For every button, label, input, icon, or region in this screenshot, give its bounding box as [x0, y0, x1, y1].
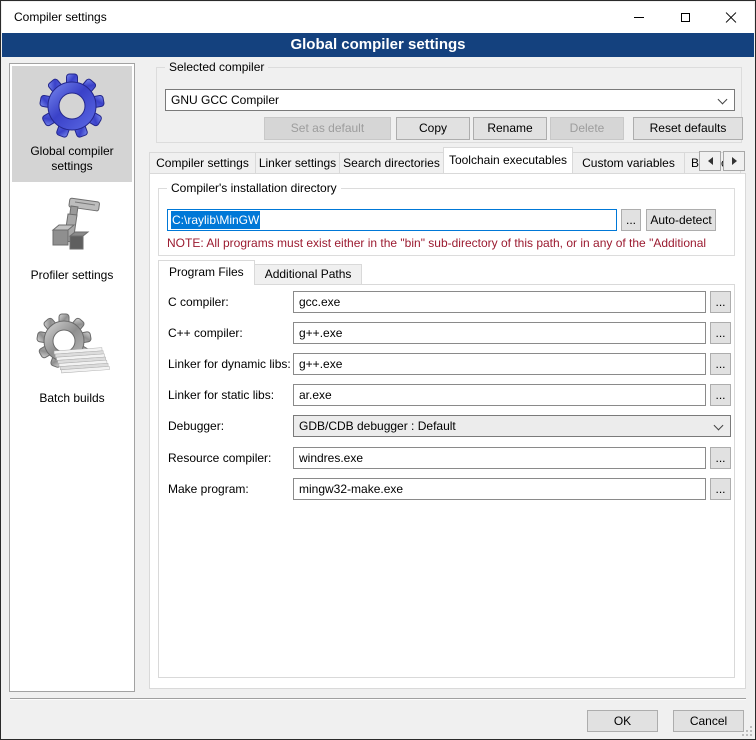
- tab-linker-settings[interactable]: Linker settings: [255, 152, 340, 173]
- linker-dynamic-input[interactable]: [293, 353, 706, 375]
- compiler-settings-dialog: Compiler settings Global compiler settin…: [0, 0, 756, 740]
- tab-scroll-right-button[interactable]: [723, 151, 745, 171]
- linker-static-input[interactable]: [293, 384, 706, 406]
- sidebar-item-batch-builds[interactable]: Batch builds: [12, 305, 132, 414]
- sidebar-item-label: Profiler settings: [31, 268, 114, 283]
- minimize-icon: [634, 17, 644, 18]
- tab-compiler-settings[interactable]: Compiler settings: [149, 152, 256, 173]
- field-label: Debugger:: [168, 415, 224, 437]
- sidebar-item-label: Batch builds: [39, 391, 104, 406]
- maximize-button[interactable]: [662, 2, 708, 33]
- field-label: Linker for static libs:: [168, 384, 274, 406]
- selected-compiler-group: Selected compiler GNU GCC Compiler Set a…: [156, 67, 742, 143]
- blue-gear-icon: [39, 72, 105, 140]
- resource-compiler-browse-button[interactable]: ...: [710, 447, 731, 469]
- close-icon: [725, 12, 737, 24]
- field-label: C compiler:: [168, 291, 229, 313]
- sidebar-item-label: Global compiler settings: [14, 144, 130, 174]
- program-files-tabs: Program Files Additional Paths: [158, 260, 558, 284]
- c-compiler-browse-button[interactable]: ...: [710, 291, 731, 313]
- chevron-down-icon: [718, 95, 728, 105]
- triangle-right-icon: [732, 157, 737, 165]
- tab-additional-paths[interactable]: Additional Paths: [254, 264, 363, 284]
- tab-scroll-left-button[interactable]: [699, 151, 721, 171]
- install-dir-selected-text: C:\raylib\MinGW: [171, 211, 260, 229]
- installation-directory-group: Compiler's installation directory C:\ray…: [158, 188, 735, 256]
- batch-builds-gear-icon: [34, 311, 110, 387]
- close-button[interactable]: [708, 2, 754, 33]
- field-label: C++ compiler:: [168, 322, 243, 344]
- cpp-compiler-browse-button[interactable]: ...: [710, 322, 731, 344]
- field-row-resource-compiler: Resource compiler: ...: [159, 447, 734, 469]
- toolchain-executables-page: Compiler's installation directory C:\ray…: [149, 173, 746, 689]
- install-dir-browse-button[interactable]: ...: [621, 209, 641, 231]
- paper-stack-icon: [54, 347, 109, 373]
- debugger-select[interactable]: GDB/CDB debugger : Default: [293, 415, 731, 437]
- linker-dynamic-browse-button[interactable]: ...: [710, 353, 731, 375]
- settings-category-list: Global compiler settings Profiler settin…: [9, 63, 135, 692]
- selected-compiler-combobox[interactable]: GNU GCC Compiler: [165, 89, 735, 111]
- triangle-left-icon: [708, 157, 713, 165]
- tab-toolchain-executables[interactable]: Toolchain executables: [443, 147, 573, 173]
- cpp-compiler-input[interactable]: [293, 322, 706, 344]
- copy-button[interactable]: Copy: [396, 117, 470, 140]
- bin-subdirectory-note: NOTE: All programs must exist either in …: [167, 236, 730, 250]
- field-row-c-compiler: C compiler: ...: [159, 291, 734, 313]
- field-label: Linker for dynamic libs:: [168, 353, 291, 375]
- footer-separator: [10, 698, 746, 700]
- dialog-banner: Global compiler settings: [2, 33, 754, 57]
- make-program-input[interactable]: [293, 478, 706, 500]
- linker-static-browse-button[interactable]: ...: [710, 384, 731, 406]
- group-label: Compiler's installation directory: [167, 181, 341, 196]
- set-as-default-button[interactable]: Set as default: [264, 117, 391, 140]
- field-row-cpp-compiler: C++ compiler: ...: [159, 322, 734, 344]
- field-label: Resource compiler:: [168, 447, 271, 469]
- cancel-button[interactable]: Cancel: [673, 710, 744, 732]
- resource-compiler-input[interactable]: [293, 447, 706, 469]
- delete-button[interactable]: Delete: [550, 117, 624, 140]
- selected-compiler-value: GNU GCC Compiler: [171, 93, 279, 107]
- ok-button[interactable]: OK: [587, 710, 658, 732]
- field-row-linker-dynamic: Linker for dynamic libs: ...: [159, 353, 734, 375]
- make-program-browse-button[interactable]: ...: [710, 478, 731, 500]
- group-label: Selected compiler: [165, 60, 268, 75]
- reset-defaults-button[interactable]: Reset defaults: [633, 117, 743, 140]
- window-title: Compiler settings: [14, 10, 107, 24]
- maximize-icon: [681, 13, 690, 22]
- rename-button[interactable]: Rename: [473, 117, 547, 140]
- program-files-page: C compiler: ... C++ compiler: ... Linker…: [158, 284, 735, 678]
- field-label: Make program:: [168, 478, 249, 500]
- field-row-linker-static: Linker for static libs: ...: [159, 384, 734, 406]
- install-dir-input[interactable]: C:\raylib\MinGW: [167, 209, 617, 231]
- tab-custom-variables[interactable]: Custom variables: [572, 152, 685, 173]
- tab-program-files[interactable]: Program Files: [158, 260, 255, 285]
- compiler-settings-tabs: Compiler settings Linker settings Search…: [149, 147, 746, 173]
- auto-detect-button[interactable]: Auto-detect: [646, 209, 716, 231]
- resize-grip[interactable]: [750, 734, 752, 736]
- minimize-button[interactable]: [616, 2, 662, 33]
- sidebar-item-profiler-settings[interactable]: Profiler settings: [12, 188, 132, 291]
- chevron-down-icon: [714, 421, 724, 431]
- field-row-debugger: Debugger: GDB/CDB debugger : Default: [159, 415, 734, 437]
- caliper-icon: [37, 194, 107, 264]
- debugger-value: GDB/CDB debugger : Default: [299, 419, 456, 433]
- field-row-make-program: Make program: ...: [159, 478, 734, 500]
- tab-search-directories[interactable]: Search directories: [339, 152, 444, 173]
- sidebar-item-global-compiler-settings[interactable]: Global compiler settings: [12, 66, 132, 182]
- titlebar[interactable]: Compiler settings: [2, 2, 754, 33]
- c-compiler-input[interactable]: [293, 291, 706, 313]
